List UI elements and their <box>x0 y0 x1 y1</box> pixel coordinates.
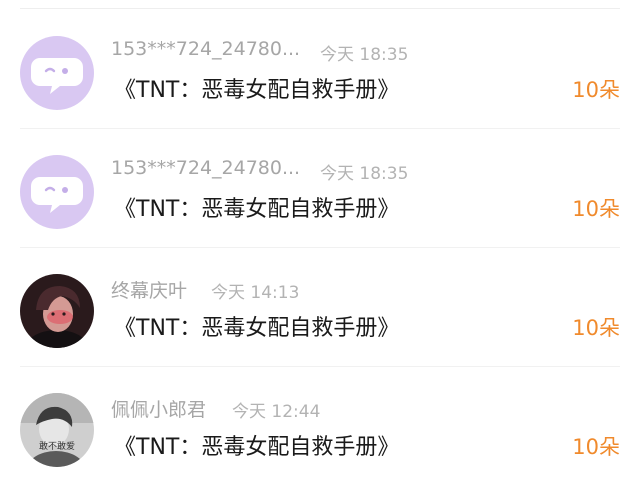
top-divider <box>20 8 620 9</box>
svg-text:敢不敢爱: 敢不敢爱 <box>39 440 75 452</box>
sender-name[interactable]: 终幕庆叶 <box>111 276 187 303</box>
default-avatar-icon[interactable] <box>20 36 94 110</box>
gift-book-title[interactable]: 《TNT：恶毒女配自救手册》 <box>114 310 399 342</box>
sender-name[interactable]: 153***724_24780... <box>111 157 300 179</box>
gift-row[interactable]: 153***724_24780... 今天 18:35 《TNT：恶毒女配自救手… <box>0 10 640 129</box>
gift-book-title[interactable]: 《TNT：恶毒女配自救手册》 <box>114 429 399 461</box>
gift-row[interactable]: 153***724_24780... 今天 18:35 《TNT：恶毒女配自救手… <box>0 129 640 248</box>
gift-time: 今天 12:44 <box>232 402 321 422</box>
sender-name[interactable]: 153***724_24780... <box>111 38 300 60</box>
gift-time: 今天 14:13 <box>211 283 300 303</box>
sender-name[interactable]: 佩佩小郎君 <box>111 395 206 422</box>
gift-amount: 10朵 <box>572 435 620 459</box>
user-avatar[interactable] <box>20 274 94 348</box>
gift-list: 153***724_24780... 今天 18:35 《TNT：恶毒女配自救手… <box>0 10 640 486</box>
gift-row[interactable]: 敢不敢爱 佩佩小郎君 今天 12:44 《TNT：恶毒女配自救手册》 10朵 <box>0 367 640 486</box>
gift-amount: 10朵 <box>572 78 620 102</box>
gift-time: 今天 18:35 <box>320 164 409 184</box>
gift-book-title[interactable]: 《TNT：恶毒女配自救手册》 <box>114 191 399 223</box>
user-avatar[interactable]: 敢不敢爱 <box>20 393 94 467</box>
gift-amount: 10朵 <box>572 316 620 340</box>
gift-book-title[interactable]: 《TNT：恶毒女配自救手册》 <box>114 72 399 104</box>
gift-row[interactable]: 终幕庆叶 今天 14:13 《TNT：恶毒女配自救手册》 10朵 <box>0 248 640 367</box>
default-avatar-icon[interactable] <box>20 155 94 229</box>
gift-amount: 10朵 <box>572 197 620 221</box>
gift-time: 今天 18:35 <box>320 45 409 65</box>
